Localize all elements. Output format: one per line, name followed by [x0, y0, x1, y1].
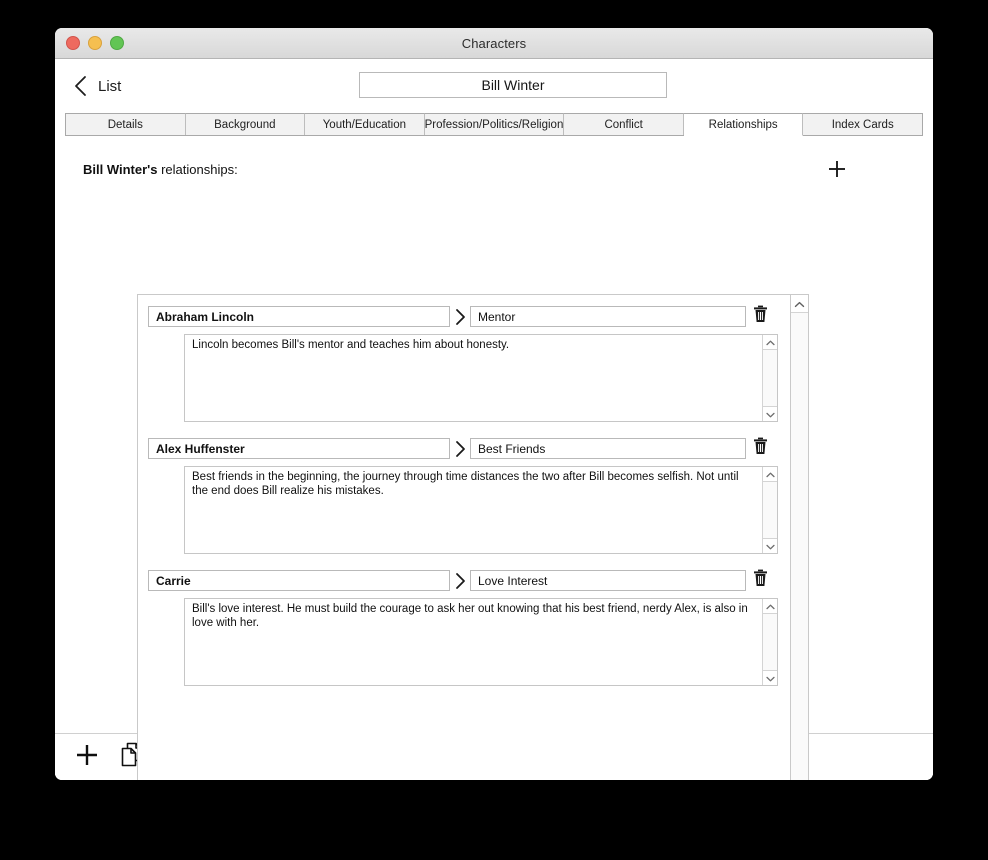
- plus-icon: [826, 161, 848, 184]
- relationship-description-wrapper: Lincoln becomes Bill's mentor and teache…: [184, 334, 778, 422]
- tab-label: Background: [214, 118, 276, 131]
- relationship-row-header: Carrie Love Interest: [138, 569, 790, 592]
- add-relationship-button[interactable]: [826, 158, 848, 180]
- relationship-row-header: Abraham Lincoln Mentor: [138, 305, 790, 328]
- trash-icon: [753, 437, 768, 460]
- chevron-down-icon: [765, 537, 775, 555]
- tab-youth-education[interactable]: Youth/Education: [305, 113, 425, 135]
- relationship-role-input[interactable]: Love Interest: [470, 570, 746, 591]
- relationships-list: Abraham Lincoln Mentor Lincoln becomes B…: [137, 294, 791, 780]
- description-scrollbar[interactable]: [762, 599, 777, 685]
- chevron-up-icon: [765, 597, 775, 615]
- scrollbar-track[interactable]: [763, 482, 777, 538]
- description-scrollbar[interactable]: [762, 467, 777, 553]
- scroll-up-button[interactable]: [763, 467, 777, 482]
- tab-label: Index Cards: [831, 118, 894, 131]
- scroll-up-button[interactable]: [791, 295, 808, 313]
- relationship-row: Carrie Love Interest Bill's love interes…: [138, 565, 790, 692]
- chevron-down-icon: [765, 405, 775, 423]
- window-titlebar: Characters: [55, 28, 933, 59]
- scroll-up-button[interactable]: [763, 335, 777, 350]
- window-title: Characters: [461, 35, 527, 51]
- heading-character-name: Bill Winter's: [83, 162, 158, 177]
- tab-label: Conflict: [604, 118, 643, 131]
- tab-conflict[interactable]: Conflict: [564, 113, 684, 135]
- traffic-lights: [66, 28, 124, 58]
- nav-header: List Bill Winter: [55, 59, 933, 113]
- tab-profession-politics-religion[interactable]: Profession/Politics/Religion: [424, 113, 565, 135]
- relationship-description-wrapper: Best friends in the beginning, the journ…: [184, 466, 778, 554]
- trash-icon: [753, 305, 768, 328]
- relationships-list-scrollbar[interactable]: [791, 294, 809, 780]
- relationship-row: Alex Huffenster Best Friends Best friend…: [138, 433, 790, 560]
- chevron-up-icon: [794, 295, 805, 313]
- tab-relationships[interactable]: Relationships: [683, 113, 804, 136]
- close-window-button[interactable]: [66, 36, 80, 50]
- chevron-right-icon: [450, 440, 470, 458]
- back-button-label: List: [98, 77, 122, 95]
- scrollbar-track[interactable]: [791, 313, 808, 780]
- scroll-down-button[interactable]: [763, 670, 777, 685]
- relationship-name-input[interactable]: Carrie: [148, 570, 450, 591]
- chevron-right-icon: [450, 308, 470, 326]
- tab-index-cards[interactable]: Index Cards: [803, 113, 923, 135]
- scroll-up-button[interactable]: [763, 599, 777, 614]
- scroll-down-button[interactable]: [763, 406, 777, 421]
- scrollbar-track[interactable]: [763, 350, 777, 406]
- characters-window: Characters List Bill Winter Details Back…: [55, 28, 933, 780]
- chevron-up-icon: [765, 333, 775, 351]
- tab-label: Details: [107, 118, 143, 131]
- relationship-row: Abraham Lincoln Mentor Lincoln becomes B…: [138, 301, 790, 428]
- chevron-down-icon: [765, 669, 775, 687]
- add-character-button[interactable]: [73, 743, 101, 771]
- plus-icon: [74, 742, 100, 773]
- scrollbar-track[interactable]: [763, 614, 777, 670]
- relationship-description-input[interactable]: Bill's love interest. He must build the …: [185, 599, 762, 685]
- chevron-up-icon: [765, 465, 775, 483]
- delete-relationship-button[interactable]: [746, 569, 774, 592]
- tab-details[interactable]: Details: [65, 113, 186, 135]
- relationships-heading: Bill Winter's relationships:: [83, 162, 238, 177]
- tab-label: Relationships: [708, 118, 778, 131]
- relationship-description-input[interactable]: Lincoln becomes Bill's mentor and teache…: [185, 335, 762, 421]
- tab-label: Youth/Education: [322, 118, 407, 131]
- relationship-row-header: Alex Huffenster Best Friends: [138, 437, 790, 460]
- delete-relationship-button[interactable]: [746, 305, 774, 328]
- relationship-name-input[interactable]: Alex Huffenster: [148, 438, 450, 459]
- scroll-down-button[interactable]: [763, 538, 777, 553]
- description-scrollbar[interactable]: [762, 335, 777, 421]
- tab-label: Profession/Politics/Religion: [424, 118, 564, 131]
- trash-icon: [753, 569, 768, 592]
- delete-relationship-button[interactable]: [746, 437, 774, 460]
- character-name-field[interactable]: Bill Winter: [359, 72, 667, 98]
- tab-background[interactable]: Background: [185, 113, 306, 135]
- chevron-right-icon: [450, 572, 470, 590]
- chevron-left-icon: [73, 75, 89, 97]
- tab-bar: Details Background Youth/Education Profe…: [65, 113, 923, 136]
- relationship-role-input[interactable]: Mentor: [470, 306, 746, 327]
- window-body: List Bill Winter Details Background Yout…: [55, 59, 933, 780]
- minimize-window-button[interactable]: [88, 36, 102, 50]
- heading-suffix: relationships:: [157, 162, 238, 177]
- maximize-window-button[interactable]: [110, 36, 124, 50]
- relationship-name-input[interactable]: Abraham Lincoln: [148, 306, 450, 327]
- relationship-description-input[interactable]: Best friends in the beginning, the journ…: [185, 467, 762, 553]
- back-to-list-button[interactable]: List: [73, 75, 121, 97]
- relationships-panel: Bill Winter's relationships: Abraham Lin…: [55, 136, 933, 780]
- relationship-role-input[interactable]: Best Friends: [470, 438, 746, 459]
- relationship-description-wrapper: Bill's love interest. He must build the …: [184, 598, 778, 686]
